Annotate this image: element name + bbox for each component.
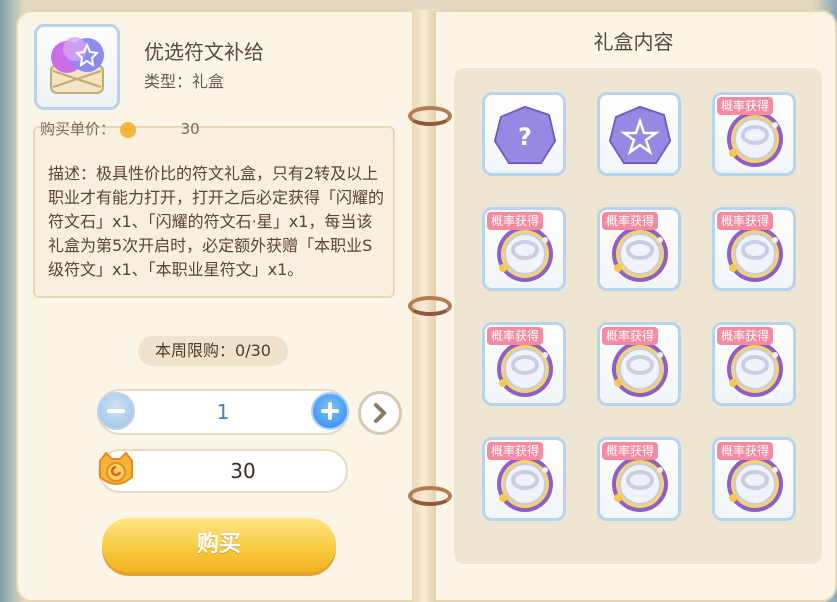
gift-item-slot[interactable]: 概率获得 — [712, 207, 796, 291]
binder-ring-icon — [408, 106, 452, 126]
probability-badge: 概率获得 — [717, 327, 774, 345]
gift-item-slot[interactable]: ? — [482, 92, 566, 176]
chevron-right-icon — [374, 403, 387, 423]
star-rune-stone-icon — [608, 105, 672, 164]
gift-item-slot[interactable] — [597, 92, 681, 176]
gift-book: 优选符文补给 类型：礼盒 购买单价： 30 描述：极具性价比的符文礼盒，只有2转… — [16, 10, 837, 602]
decrease-button[interactable] — [97, 392, 135, 430]
probability-badge: 概率获得 — [487, 212, 544, 230]
gift-box-icon — [50, 37, 104, 94]
binder-ring-icon — [408, 486, 452, 506]
gift-item-slot[interactable]: 概率获得 — [712, 437, 796, 521]
coin-icon — [119, 121, 136, 138]
item-type: 类型：礼盒 — [144, 72, 225, 91]
item-description: 描述：极具性价比的符文礼盒，只有2转及以上职业才有能力打开，打开之后必定获得「闪… — [48, 164, 385, 279]
unit-price: 购买单价： 30 — [40, 118, 270, 138]
gift-item-slot[interactable]: 概率获得 — [712, 322, 796, 406]
quantity-stepper: 1 — [97, 389, 349, 435]
buy-label: 购买 — [196, 532, 241, 557]
total-cost-value: 30 — [230, 459, 256, 483]
probability-badge: 概率获得 — [717, 212, 774, 230]
currency-coin-icon — [99, 451, 133, 485]
probability-badge: 概率获得 — [717, 442, 774, 460]
weekly-limit: 本周限购：0/30 — [138, 336, 288, 366]
gift-contents-title: 礼盒内容 — [593, 30, 674, 54]
probability-badge: 概率获得 — [602, 212, 659, 230]
max-quantity-button[interactable] — [358, 391, 402, 435]
minus-icon — [107, 409, 125, 413]
item-icon — [34, 24, 120, 110]
gift-item-slot[interactable]: 概率获得 — [712, 92, 796, 176]
quantity-value[interactable]: 1 — [149, 391, 297, 433]
buy-button[interactable]: 购买 — [102, 518, 336, 572]
mystery-rune-stone-icon: ? — [493, 105, 557, 164]
unit-price-value: 30 — [180, 120, 200, 138]
probability-badge: 概率获得 — [602, 327, 659, 345]
probability-badge: 概率获得 — [487, 442, 544, 460]
gift-item-slot[interactable]: 概率获得 — [597, 322, 681, 406]
gift-item-slot[interactable]: 概率获得 — [597, 207, 681, 291]
plus-icon — [321, 402, 339, 420]
increase-button[interactable] — [311, 392, 349, 430]
gift-item-slot[interactable]: 概率获得 — [482, 207, 566, 291]
gift-item-slot[interactable]: 概率获得 — [482, 437, 566, 521]
probability-badge: 概率获得 — [487, 327, 544, 345]
item-title: 优选符文补给 — [144, 40, 264, 64]
gift-item-slot[interactable]: 概率获得 — [597, 437, 681, 521]
probability-badge: 概率获得 — [717, 97, 774, 115]
gift-item-slot[interactable]: 概率获得 — [482, 322, 566, 406]
unit-price-label: 购买单价： — [40, 120, 116, 138]
probability-badge: 概率获得 — [602, 442, 659, 460]
binder-ring-icon — [408, 296, 452, 316]
svg-text:?: ? — [518, 123, 532, 151]
